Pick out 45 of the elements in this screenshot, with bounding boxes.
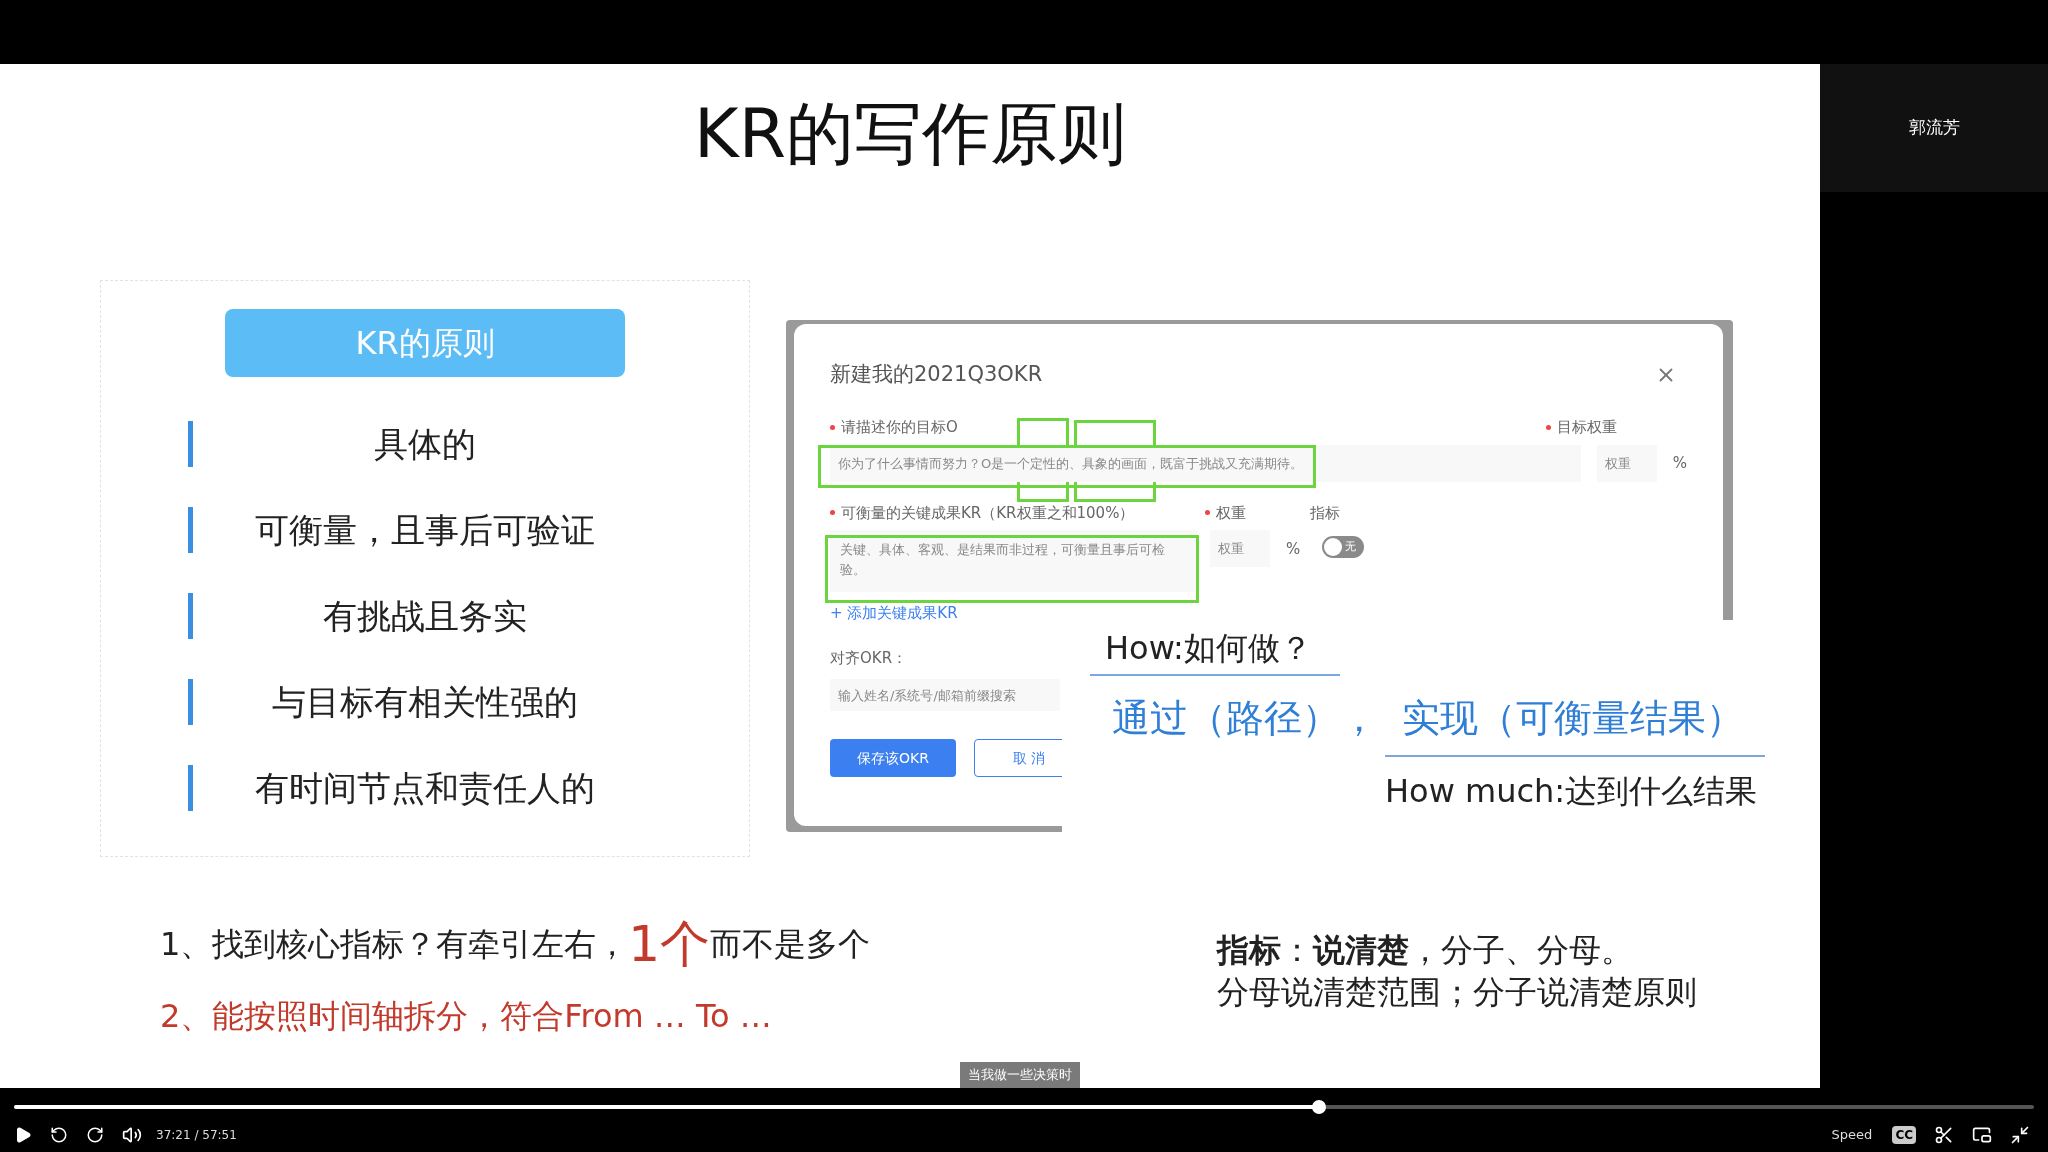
speed-button[interactable]: Speed xyxy=(1831,1125,1873,1145)
objective-input[interactable]: 你为了什么事情而努力？O是一个定性的、具象的画面，既富于挑战又充满期待。 xyxy=(830,444,1581,482)
formula-text: 通过（路径）， 实现（可衡量结果） xyxy=(1112,695,1746,742)
note-text: 2、能按照时间轴拆分，符合From … To … xyxy=(160,996,773,1037)
forward-icon[interactable] xyxy=(86,1126,104,1144)
add-kr-link[interactable]: + 添加关键成果KR xyxy=(830,602,958,625)
align-input[interactable]: 输入姓名/系统号/邮箱前缀搜索 xyxy=(830,679,1060,711)
principle-text: 有时间节点和责任人的 xyxy=(255,766,595,810)
principle-text: 与目标有相关性强的 xyxy=(272,680,578,724)
caption-tooltip: 当我做一些决策时 xyxy=(960,1062,1080,1088)
speaker-name: 郭流芳 xyxy=(1908,116,1960,140)
how-much-text: How much:达到什么结果 xyxy=(1385,772,1758,810)
kr-weight-input[interactable]: 权重 xyxy=(1210,530,1270,567)
rewind-icon[interactable] xyxy=(50,1126,68,1144)
field-label: 对齐OKR： xyxy=(830,647,908,669)
field-label: 请描述你的目标O xyxy=(841,417,958,438)
exit-fullscreen-icon[interactable] xyxy=(2010,1125,2030,1145)
percent-sign: % xyxy=(1672,452,1687,474)
principle-text: 可衡量，且事后可验证 xyxy=(255,508,595,552)
time-display: 37:21 / 57:51 xyxy=(156,1127,237,1144)
play-icon[interactable] xyxy=(14,1126,32,1144)
captions-button[interactable]: CC xyxy=(1892,1126,1916,1144)
principle-text: 有挑战且务实 xyxy=(323,594,527,638)
slide-title: KR的写作原则 xyxy=(694,94,1126,174)
field-label: 目标权重 xyxy=(1557,417,1617,438)
save-button[interactable]: 保存该OKR xyxy=(830,739,956,777)
weight-input[interactable]: 权重 xyxy=(1596,444,1657,482)
scissors-icon[interactable] xyxy=(1934,1125,1954,1145)
metric-toggle[interactable]: 无 xyxy=(1322,536,1365,558)
progress-handle[interactable] xyxy=(1311,1100,1326,1114)
field-label: 可衡量的关键成果KR（KR权重之和100%） xyxy=(841,502,1135,524)
card-header: KR的原则 xyxy=(225,309,625,377)
kr-textarea[interactable]: 关键、具体、客观、是结果而非过程，可衡量且事后可检验。 xyxy=(830,530,1198,592)
field-label: 权重 xyxy=(1216,502,1246,524)
principle-text: 具体的 xyxy=(374,422,476,466)
note-text: 1、找到核心指标？有牵引左右，1个而不是多个 xyxy=(160,919,872,969)
picture-in-picture-icon[interactable] xyxy=(1972,1125,1992,1145)
field-label: 指标 xyxy=(1310,502,1340,524)
note-text: 分母说清楚范围；分子说清楚原则 xyxy=(1217,972,1697,1013)
percent-sign: % xyxy=(1286,539,1301,560)
dialog-title: 新建我的2021Q3OKR xyxy=(830,361,1043,389)
how-text: How:如何做？ xyxy=(1105,629,1312,667)
note-text: 指标：说清楚，分子、分母。 xyxy=(1217,930,1634,971)
progress-track[interactable] xyxy=(14,1100,2034,1114)
volume-icon[interactable] xyxy=(122,1125,142,1145)
